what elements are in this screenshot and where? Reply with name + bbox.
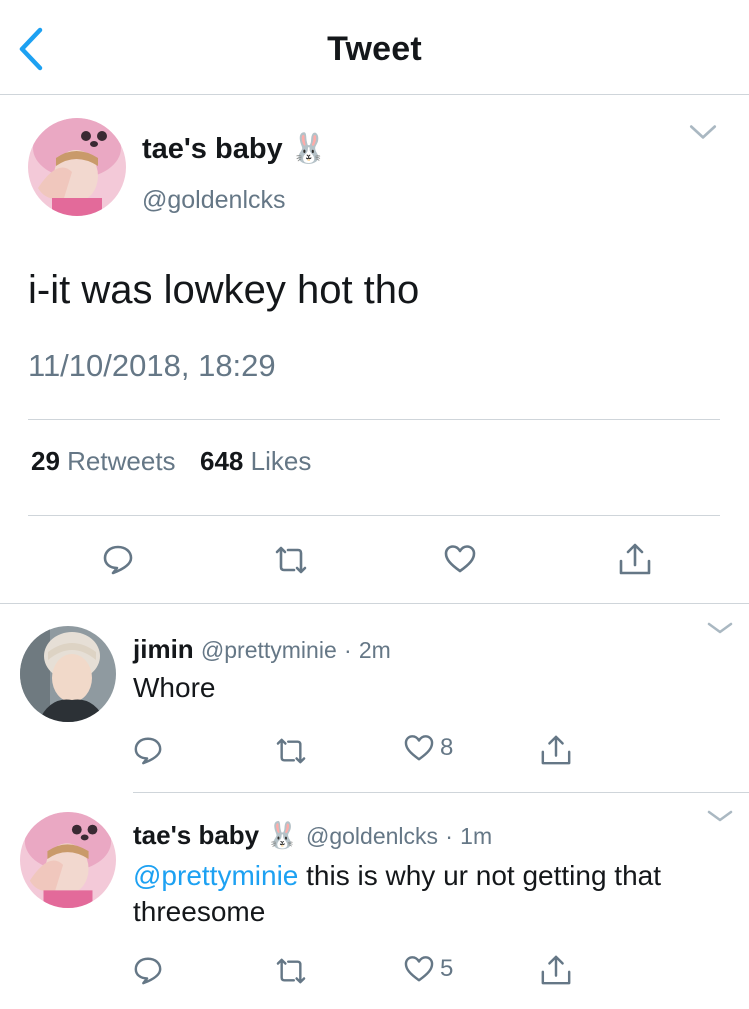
- reply-time: 2m: [358, 637, 391, 663]
- reply-display-name[interactable]: jimin: [133, 634, 194, 664]
- reply-divider: [133, 792, 749, 793]
- avatar[interactable]: [20, 626, 116, 722]
- reply-display-name[interactable]: tae's baby: [133, 820, 259, 850]
- reply-icon: [103, 545, 133, 575]
- retweet-button[interactable]: [273, 957, 309, 985]
- share-icon: [619, 543, 651, 575]
- reply-handle[interactable]: @goldenlcks: [306, 823, 438, 849]
- retweet-icon: [276, 958, 306, 984]
- bunny-emoji: 🐰: [290, 133, 327, 165]
- retweet-button[interactable]: [272, 545, 310, 575]
- reply-options-button[interactable]: [706, 808, 734, 829]
- avatar-image: [28, 118, 126, 216]
- retweet-button[interactable]: [273, 737, 309, 765]
- reply-text: Whore: [133, 672, 216, 703]
- bunny-emoji: 🐰: [266, 820, 299, 850]
- avatar[interactable]: [20, 812, 116, 908]
- reply-icon: [134, 957, 162, 985]
- likes-stat[interactable]: 648 Likes: [200, 446, 311, 476]
- author-handle[interactable]: @goldenlcks: [142, 186, 286, 215]
- like-button[interactable]: [444, 544, 476, 574]
- avatar-image: [20, 812, 116, 908]
- header-divider: [0, 94, 749, 95]
- tweet-options-button[interactable]: [688, 123, 718, 146]
- reply-button[interactable]: [133, 735, 163, 765]
- display-name[interactable]: tae's baby: [142, 133, 283, 165]
- chevron-down-icon: [707, 810, 733, 822]
- like-icon: [404, 956, 434, 982]
- avatar[interactable]: [28, 118, 126, 216]
- reply-separator: ·: [445, 823, 453, 849]
- page-title: Tweet: [327, 30, 422, 68]
- stats-divider-bottom: [28, 515, 720, 516]
- reply-header: tae's baby 🐰 @goldenlcks · 1m: [133, 820, 492, 851]
- like-icon: [404, 735, 434, 761]
- mention-link[interactable]: @prettyminie: [133, 860, 298, 891]
- author-name-row: tae's baby 🐰: [142, 132, 327, 166]
- avatar-image: [20, 626, 116, 722]
- reply-time: 1m: [460, 823, 493, 849]
- retweets-stat[interactable]: 29 Retweets: [31, 446, 176, 476]
- engagement-stats: 29 Retweets 648 Likes: [31, 446, 311, 477]
- reply-separator: ·: [343, 637, 352, 663]
- like-count: 8: [440, 734, 454, 761]
- stats-divider-top: [28, 419, 720, 420]
- tweet-timestamp: 11/10/2018, 18:29: [28, 348, 276, 383]
- reply-options-button[interactable]: [706, 620, 734, 641]
- replies-divider: [0, 603, 749, 604]
- share-icon: [541, 735, 571, 765]
- chevron-down-icon: [689, 125, 717, 139]
- share-button[interactable]: [540, 733, 572, 767]
- reply-text: @prettyminie this is why ur not getting …: [133, 858, 723, 930]
- reply-button[interactable]: [133, 955, 163, 985]
- share-button[interactable]: [618, 541, 652, 577]
- share-icon: [541, 955, 571, 985]
- like-count: 5: [440, 955, 454, 982]
- retweet-icon: [275, 546, 307, 574]
- chevron-down-icon: [707, 622, 733, 634]
- reply-handle[interactable]: @prettyminie: [201, 637, 337, 663]
- reply-icon: [134, 737, 162, 765]
- like-button[interactable]: 5: [404, 955, 453, 983]
- reply-button[interactable]: [102, 543, 134, 575]
- share-button[interactable]: [540, 953, 572, 987]
- reply-header: jimin @prettyminie · 2m: [133, 634, 391, 665]
- retweet-icon: [276, 738, 306, 764]
- tweet-text: i-it was lowkey hot tho: [28, 268, 420, 312]
- like-icon: [444, 545, 476, 573]
- like-button[interactable]: 8: [404, 734, 453, 762]
